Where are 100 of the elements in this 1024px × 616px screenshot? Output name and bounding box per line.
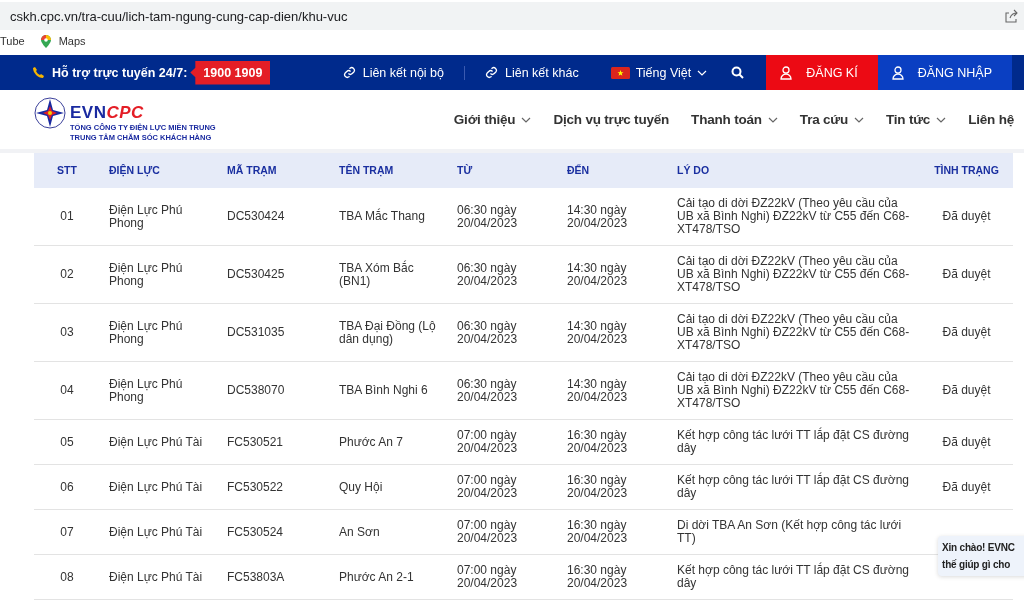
brand-name: EVNCPC <box>70 102 145 123</box>
table-cell: 14:30 ngày 20/04/2023 <box>558 362 668 420</box>
table-cell: 14:30 ngày 20/04/2023 <box>558 246 668 304</box>
table-cell: Phước An 2-1 <box>330 555 448 600</box>
share-icon[interactable] <box>1004 9 1018 23</box>
nav-item[interactable]: Liên hệ <box>968 112 1014 127</box>
table-cell: Kết hợp công tác lưới TT lắp đặt CS đường dây <box>668 555 920 600</box>
login-button[interactable]: ĐĂNG NHẬP <box>877 55 1012 90</box>
chevron-down-icon <box>936 116 947 123</box>
table-cell: 16:30 ngày 20/04/2023 <box>558 420 668 465</box>
chat-message-line: Xin chào! EVNC <box>942 542 1016 553</box>
table-cell: DC530425 <box>218 246 330 304</box>
chat-message-line: thế giúp gì cho <box>942 559 1012 570</box>
table-cell: Đã duyệt <box>920 304 1013 362</box>
table-cell: Điện Lực Phú Phong <box>100 246 218 304</box>
table-cell: Điện Lực Phú Tài <box>100 465 218 510</box>
table-cell: 04 <box>34 362 100 420</box>
table-cell: Đã duyệt <box>920 465 1013 510</box>
nav-item[interactable]: Dịch vụ trực tuyến <box>553 112 670 127</box>
table-cell: 01 <box>34 188 100 246</box>
phone-icon <box>32 65 46 80</box>
table-cell: TBA Xóm Bắc (BN1) <box>330 246 448 304</box>
nav-item[interactable]: Thanh toán <box>691 112 778 127</box>
table-cell: 14:30 ngày 20/04/2023 <box>558 304 668 362</box>
search-icon[interactable] <box>731 66 745 79</box>
url-text: cskh.cpc.vn/tra-cuu/lich-tam-ngung-cung-cap-dien/khu-vuc <box>10 8 348 24</box>
table-cell: Cải tạo di dời ĐZ22kV (Theo yêu cầu của UB xã Bình Nghi) ĐZ22kV từ C55 đến C68-XT478/TSO <box>668 188 920 246</box>
user-icon <box>780 65 793 80</box>
table-cell: 07:00 ngày 20/04/2023 <box>448 420 558 465</box>
table-cell: FC530522 <box>218 465 330 510</box>
chevron-down-icon <box>767 116 778 123</box>
table-cell: 16:30 ngày 20/04/2023 <box>558 510 668 555</box>
nav-item[interactable]: Tra cứu <box>799 112 864 127</box>
table-cell: Đã duyệt <box>920 420 1013 465</box>
table-cell: DC538070 <box>218 362 330 420</box>
column-header: ĐẾN <box>558 153 668 188</box>
column-header: ĐIỆN LỰC <box>100 153 218 188</box>
table-cell: 14:30 ngày 20/04/2023 <box>558 188 668 246</box>
table-cell: Đã duyệt <box>920 188 1013 246</box>
table-cell: 08 <box>34 555 100 600</box>
table-cell: Kết hợp công tác lưới TT lắp đặt CS đường dây <box>668 420 920 465</box>
chat-popup[interactable]: Xin chào! EVNC thế giúp gì cho <box>938 536 1024 576</box>
nav-item[interactable]: Tin tức <box>886 112 947 127</box>
table-cell: TBA Mắc Thang <box>330 188 448 246</box>
table-cell: TBA Bình Nghi 6 <box>330 362 448 420</box>
top-link[interactable]: Liên kết nội bộ <box>342 65 444 80</box>
bookmark-link[interactable]: Maps <box>40 34 86 48</box>
table-cell: Quy Hội <box>330 465 448 510</box>
table-cell: 02 <box>34 246 100 304</box>
table-cell: Đã duyệt <box>920 246 1013 304</box>
column-header: TỪ <box>448 153 558 188</box>
table-cell: 07 <box>34 510 100 555</box>
link-icon <box>342 66 356 79</box>
table-cell: 03 <box>34 304 100 362</box>
table-cell: Phước An 7 <box>330 420 448 465</box>
user-icon <box>891 65 904 80</box>
table-cell: Điện Lực Phú Tài <box>100 420 218 465</box>
table-cell: 06:30 ngày 20/04/2023 <box>448 188 558 246</box>
table-cell: 16:30 ngày 20/04/2023 <box>558 555 668 600</box>
hotline-badge[interactable]: 1900 1909 <box>190 60 271 85</box>
table-cell: 05 <box>34 420 100 465</box>
column-header: TÌNH TRẠNG <box>920 153 1013 188</box>
table-cell: DC530424 <box>218 188 330 246</box>
chevron-down-icon <box>521 116 532 123</box>
link-icon <box>485 66 498 79</box>
table-cell: FC530521 <box>218 420 330 465</box>
register-button[interactable]: ĐĂNG KÍ <box>766 55 878 90</box>
table-cell: 16:30 ngày 20/04/2023 <box>558 465 668 510</box>
table-cell: TBA Đại Đồng (Lộ dân dụng) <box>330 304 448 362</box>
address-bar[interactable]: cskh.cpc.vn/tra-cuu/lich-tam-ngung-cung-cap-dien/khu-vuc <box>0 2 1024 30</box>
map-pin-icon <box>40 34 51 48</box>
table-cell: Cải tạo di dời ĐZ22kV (Theo yêu cầu của UB xã Bình Nghi) ĐZ22kV từ C55 đến C68-XT478/TSO <box>668 362 920 420</box>
chevron-down-icon <box>697 69 708 76</box>
table-cell: Kết hợp công tác lưới TT lắp đặt CS đường dây <box>668 465 920 510</box>
chevron-down-icon <box>854 116 864 123</box>
logo-icon <box>34 96 66 129</box>
table-cell: Điện Lực Phú Phong <box>100 362 218 420</box>
column-header: MÃ TRẠM <box>218 153 330 188</box>
table-cell: Cải tạo di dời ĐZ22kV (Theo yêu cầu của UB xã Bình Nghi) ĐZ22kV từ C55 đến C68-XT478/TSO <box>668 246 920 304</box>
table-cell: 07:00 ngày 20/04/2023 <box>448 555 558 600</box>
table-cell: Điện Lực Phú Tài <box>100 510 218 555</box>
bookmark-link[interactable]: Tube <box>0 35 25 47</box>
nav-item[interactable]: Giới thiệu <box>453 112 532 127</box>
table-cell: Đã duyệt <box>920 362 1013 420</box>
table-cell: 07:00 ngày 20/04/2023 <box>448 465 558 510</box>
table-cell: Cải tạo di dời ĐZ22kV (Theo yêu cầu của UB xã Bình Nghi) ĐZ22kV từ C55 đến C68-XT478/TSO <box>668 304 920 362</box>
table-cell: 07:00 ngày 20/04/2023 <box>448 510 558 555</box>
column-header: TÊN TRẠM <box>330 153 448 188</box>
top-link[interactable]: Liên kết khác <box>485 65 579 80</box>
table-cell: DC531035 <box>218 304 330 362</box>
table-cell: An Sơn <box>330 510 448 555</box>
table-cell: 06:30 ngày 20/04/2023 <box>448 362 558 420</box>
column-header: STT <box>34 153 100 188</box>
column-header: LÝ DO <box>668 153 920 188</box>
table-cell: Điện Lực Phú Phong <box>100 304 218 362</box>
table-cell: Điện Lực Phú Phong <box>100 188 218 246</box>
table-cell: FC53803A <box>218 555 330 600</box>
flag-icon <box>610 66 630 79</box>
table-cell: 06:30 ngày 20/04/2023 <box>448 246 558 304</box>
language-selector[interactable]: Tiếng Việt <box>610 65 708 80</box>
